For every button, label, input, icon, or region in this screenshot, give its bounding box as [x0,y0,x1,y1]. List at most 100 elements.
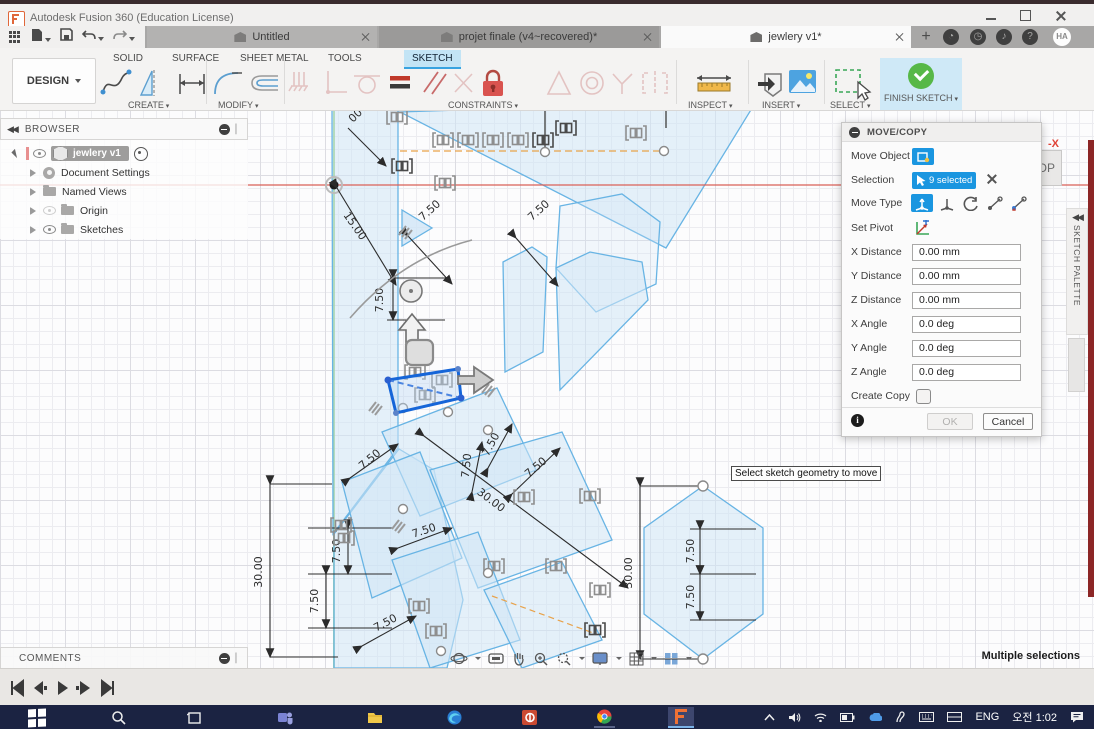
selection-chip[interactable]: 9 selected [912,172,976,189]
zoom-dropdown-icon[interactable] [579,657,585,660]
panel-grip-icon[interactable]: ▏ [236,124,243,135]
move-type-translate-button[interactable] [936,194,958,212]
edge-icon[interactable] [444,707,465,728]
inspect-group-label[interactable]: INSPECT [688,100,732,110]
constraint-collinear-icon[interactable] [545,68,573,98]
viewports-dropdown-icon[interactable] [686,657,692,660]
pen-icon[interactable] [895,711,906,723]
z-angle-input[interactable]: 0.0 deg [912,364,1021,381]
finish-sketch-button[interactable]: FINISH SKETCH [880,58,962,110]
powerpoint-icon[interactable] [519,707,540,728]
browser-item-sketches[interactable]: Sketches [0,220,248,239]
ribbon-tab-tools[interactable]: TOOLS [320,50,370,67]
fusion360-taskbar-icon[interactable] [668,707,694,728]
visibility-eye-off-icon[interactable] [43,206,56,215]
new-tab-button[interactable] [916,27,936,47]
create-group-label[interactable]: CREATE [128,100,169,110]
cancel-button[interactable]: Cancel [983,413,1033,430]
dialog-collapse-icon[interactable] [849,126,860,138]
task-view-icon[interactable] [184,707,205,728]
modify-offset-icon[interactable] [248,68,282,98]
comments-header[interactable]: COMMENTS ▏ [0,647,248,669]
rotate-handle[interactable] [399,279,423,303]
constraint-tangent-icon[interactable] [352,68,382,98]
viewports-icon[interactable] [664,652,679,666]
insert-derive-icon[interactable] [755,68,785,100]
browser-root-row[interactable]: jewlery v1 [0,144,248,163]
minimize-button[interactable] [986,10,996,20]
language-indicator[interactable]: ENG [975,711,999,723]
teams-icon[interactable] [274,707,295,728]
ribbon-tab-sketch[interactable]: SKETCH [404,50,461,69]
taskbar-clock[interactable]: 오전 1:02 [1012,709,1057,725]
insert-group-label[interactable]: INSERT [762,100,800,110]
panel-minimize-icon[interactable] [218,123,230,135]
browser-item-origin[interactable]: Origin [0,201,248,220]
expander-icon[interactable] [30,168,37,177]
collapse-panel-icon[interactable]: ◀◀ [7,124,19,135]
move-type-point-to-position-button[interactable] [1008,194,1030,212]
doc-tab-jewlery-v1[interactable]: jewlery v1* [661,26,911,48]
ribbon-tab-solid[interactable]: SOLID [105,50,151,67]
help-icon[interactable]: ? [1022,29,1038,45]
browser-item-document-settings[interactable]: Document Settings [0,163,248,182]
taskbar-search-icon[interactable] [108,707,129,728]
grid-snap-icon[interactable] [629,652,644,666]
start-button[interactable] [26,707,47,728]
expander-open-icon[interactable] [11,148,21,159]
move-object-type-button[interactable] [912,148,934,165]
comments-add-icon[interactable] [218,652,230,664]
create-mirror-icon[interactable] [138,68,170,98]
close-button[interactable] [1055,10,1066,21]
extension-clock-icon[interactable]: ◷ [970,29,986,45]
create-spline-icon[interactable] [100,68,132,98]
orbit-dropdown-icon[interactable] [475,657,481,660]
constraint-midpoint-icon[interactable] [610,68,638,98]
display-settings-icon[interactable] [592,651,609,666]
app-grid-icon[interactable] [9,30,22,44]
create-copy-checkbox[interactable] [916,389,931,404]
z-distance-input[interactable]: 0.00 mm [912,292,1021,309]
display-dropdown-icon[interactable] [616,657,622,660]
activate-component-icon[interactable] [133,146,148,161]
y-angle-input[interactable]: 0.0 deg [912,340,1021,357]
modify-fillet-icon[interactable] [212,68,244,98]
x-distance-input[interactable]: 0.00 mm [912,244,1021,261]
zoom-window-icon[interactable] [556,651,572,666]
select-tool-icon[interactable] [834,68,874,102]
doc-tab-projet-finale[interactable]: projet finale (v4~recovered)* [379,26,659,48]
clear-selection-icon[interactable] [986,173,997,184]
comments-grip-icon[interactable]: ▏ [236,653,243,664]
ok-button[interactable]: OK [927,413,973,430]
sketch-palette-tab[interactable]: ◀◀ SKETCH PALETTE [1066,208,1088,335]
move-arrow-handle[interactable] [457,365,495,395]
browser-header[interactable]: ◀◀ BROWSER ▏ [0,118,248,140]
x-angle-input[interactable]: 0.0 deg [912,316,1021,333]
pan-icon[interactable] [511,651,526,666]
expand-palette-icon[interactable]: ◀◀ [1072,212,1084,223]
visibility-eye-icon[interactable] [43,225,56,234]
constraint-coincident-icon[interactable] [452,68,476,98]
constraint-perpendicular-icon[interactable] [322,68,350,98]
file-explorer-icon[interactable] [364,707,385,728]
ribbon-tab-sheet-metal[interactable]: SHEET METAL [232,50,317,67]
root-component-chip[interactable]: jewlery v1 [51,146,129,161]
wifi-icon[interactable] [814,712,827,722]
constraints-group-label[interactable]: CONSTRAINTS [448,100,518,110]
save-icon[interactable] [60,28,73,46]
look-at-icon[interactable] [488,652,504,665]
expander-icon[interactable] [30,206,37,215]
y-distance-input[interactable]: 0.00 mm [912,268,1021,285]
constraint-lock-icon[interactable] [478,68,508,100]
select-group-label[interactable]: SELECT [830,100,870,110]
constraint-fix-icon[interactable] [288,68,316,98]
chrome-icon[interactable] [594,707,615,728]
info-icon[interactable]: i [851,414,864,427]
timeline-playback-controls[interactable] [10,679,120,697]
expander-icon[interactable] [30,187,37,196]
move-type-point-to-point-button[interactable] [984,194,1006,212]
notifications-bell-icon[interactable]: ♪ [996,29,1012,45]
touch-keyboard-icon[interactable] [919,712,935,722]
move-type-free-button[interactable] [911,194,933,212]
expander-icon[interactable] [30,225,37,234]
